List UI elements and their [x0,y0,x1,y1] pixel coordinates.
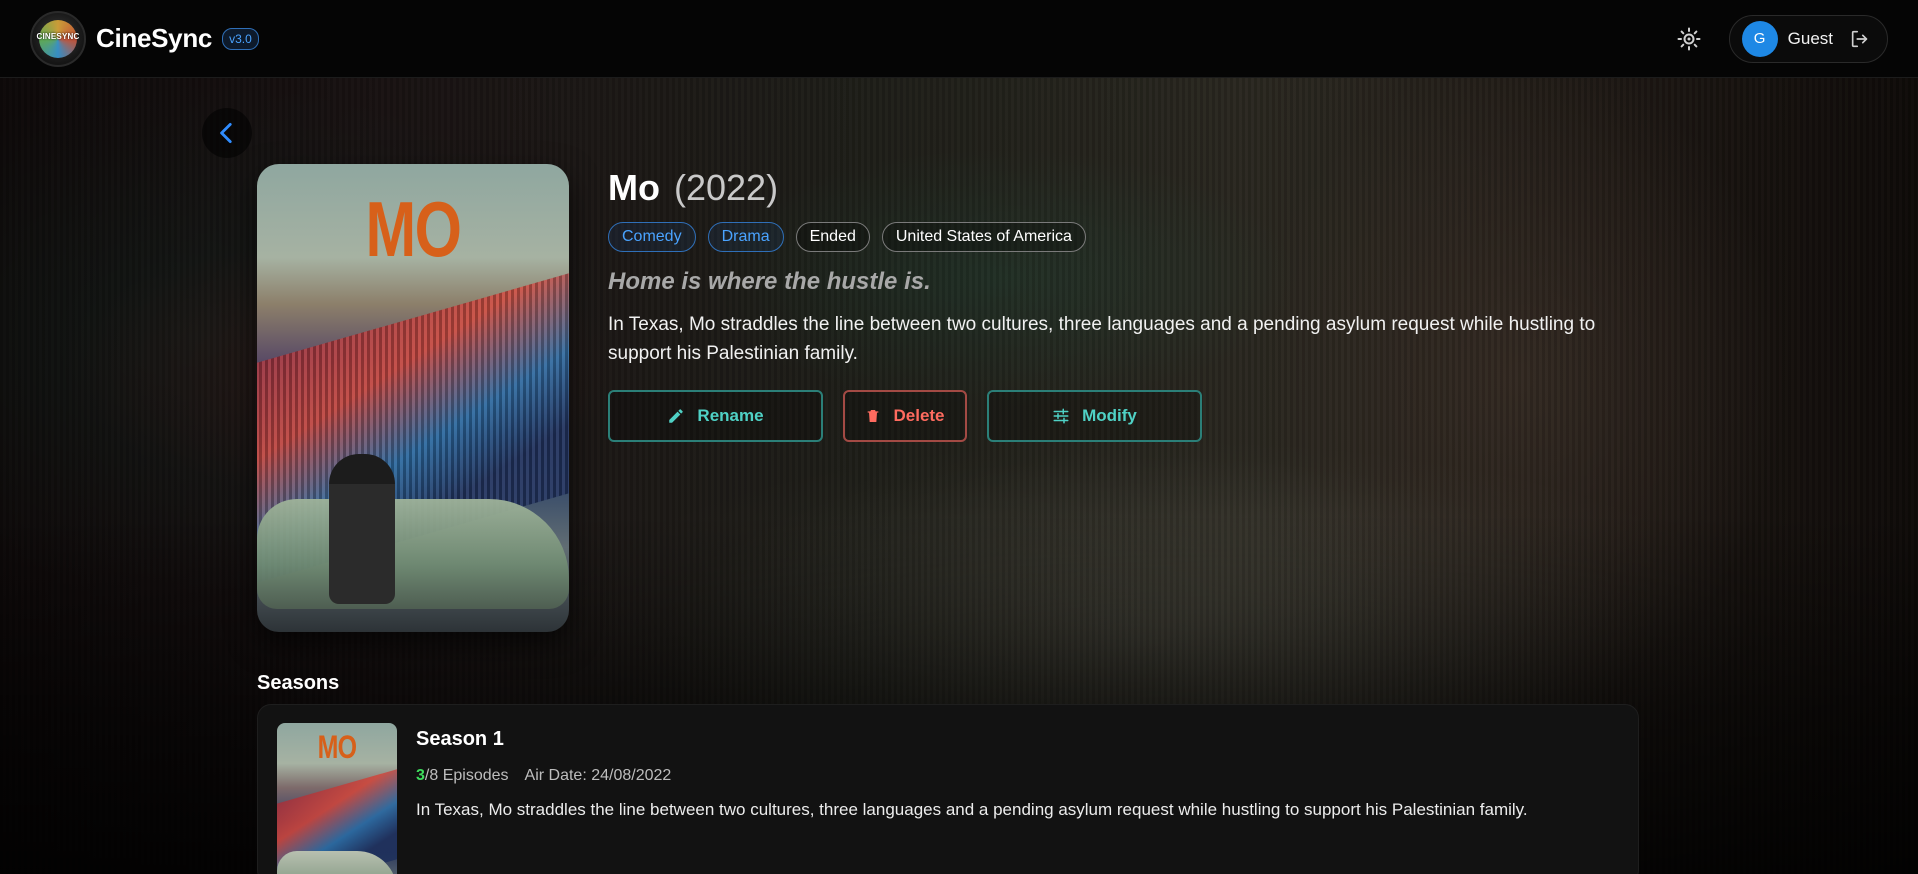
back-button[interactable] [202,108,252,158]
delete-label: Delete [893,406,945,425]
sun-icon [1677,27,1701,50]
delete-button[interactable]: Delete [843,390,967,442]
modify-button[interactable]: Modify [987,390,1202,442]
season-title: Season 1 [416,728,504,750]
app-name[interactable]: CineSync [96,23,212,54]
pencil-icon [669,409,684,423]
action-buttons: Rename Delete Modify [608,390,1638,442]
sliders-icon [1053,408,1069,424]
user-menu[interactable]: G Guest [1728,14,1888,63]
season-overview: In Texas, Mo straddles the line between … [416,800,1528,819]
chevron-left-icon [220,122,232,144]
total-episodes: /8 Episodes [424,767,509,784]
status-chip: Ended [795,222,870,252]
country-chip: United States of America [881,222,1086,252]
trash-icon [868,410,879,422]
version-badge: v3.0 [222,27,259,50]
show-poster: MO [257,164,569,632]
user-avatar: G [1741,20,1778,57]
season-air-date: Air Date: 24/08/2022 [524,767,672,784]
genre-chip-drama[interactable]: Drama [707,222,784,252]
show-title: Mo (2022) [608,164,1638,206]
poster-title-text: MO [365,185,462,273]
genre-chip-comedy[interactable]: Comedy [608,222,696,252]
show-info: Mo (2022) Comedy Drama Ended United Stat… [608,164,1638,442]
user-name: Guest [1787,28,1833,48]
app-logo[interactable]: CINESYNC [30,10,86,67]
seasons-heading: Seasons [257,672,340,694]
tag-list: Comedy Drama Ended United States of Amer… [608,222,1638,252]
rename-label: Rename [697,406,764,425]
rename-button[interactable]: Rename [608,390,823,442]
season-card[interactable]: MO Season 1 3/8 Episodes Air Date: 24/08… [257,704,1639,874]
season-episode-count: 3/8 Episodes [416,767,509,785]
season-meta: 3/8 Episodes Air Date: 24/08/2022 [416,767,671,785]
modify-label: Modify [1082,406,1137,425]
show-year: (2022) [674,167,779,208]
show-title-text: Mo [608,167,660,208]
show-details-page: MO Mo (2022) Comedy Drama Ended United S… [0,78,1918,874]
top-navigation-bar: CINESYNC CineSync v3.0 G Guest [0,0,1918,78]
season-poster: MO [277,723,397,874]
logout-icon[interactable] [1849,28,1871,50]
theme-toggle-button[interactable] [1671,21,1707,57]
show-overview: In Texas, Mo straddles the line between … [608,314,1596,364]
watched-episodes: 3 [416,767,425,784]
logo-text: CINESYNC [36,31,80,41]
show-tagline: Home is where the hustle is. [608,268,931,295]
season-poster-text: MO [317,729,357,765]
